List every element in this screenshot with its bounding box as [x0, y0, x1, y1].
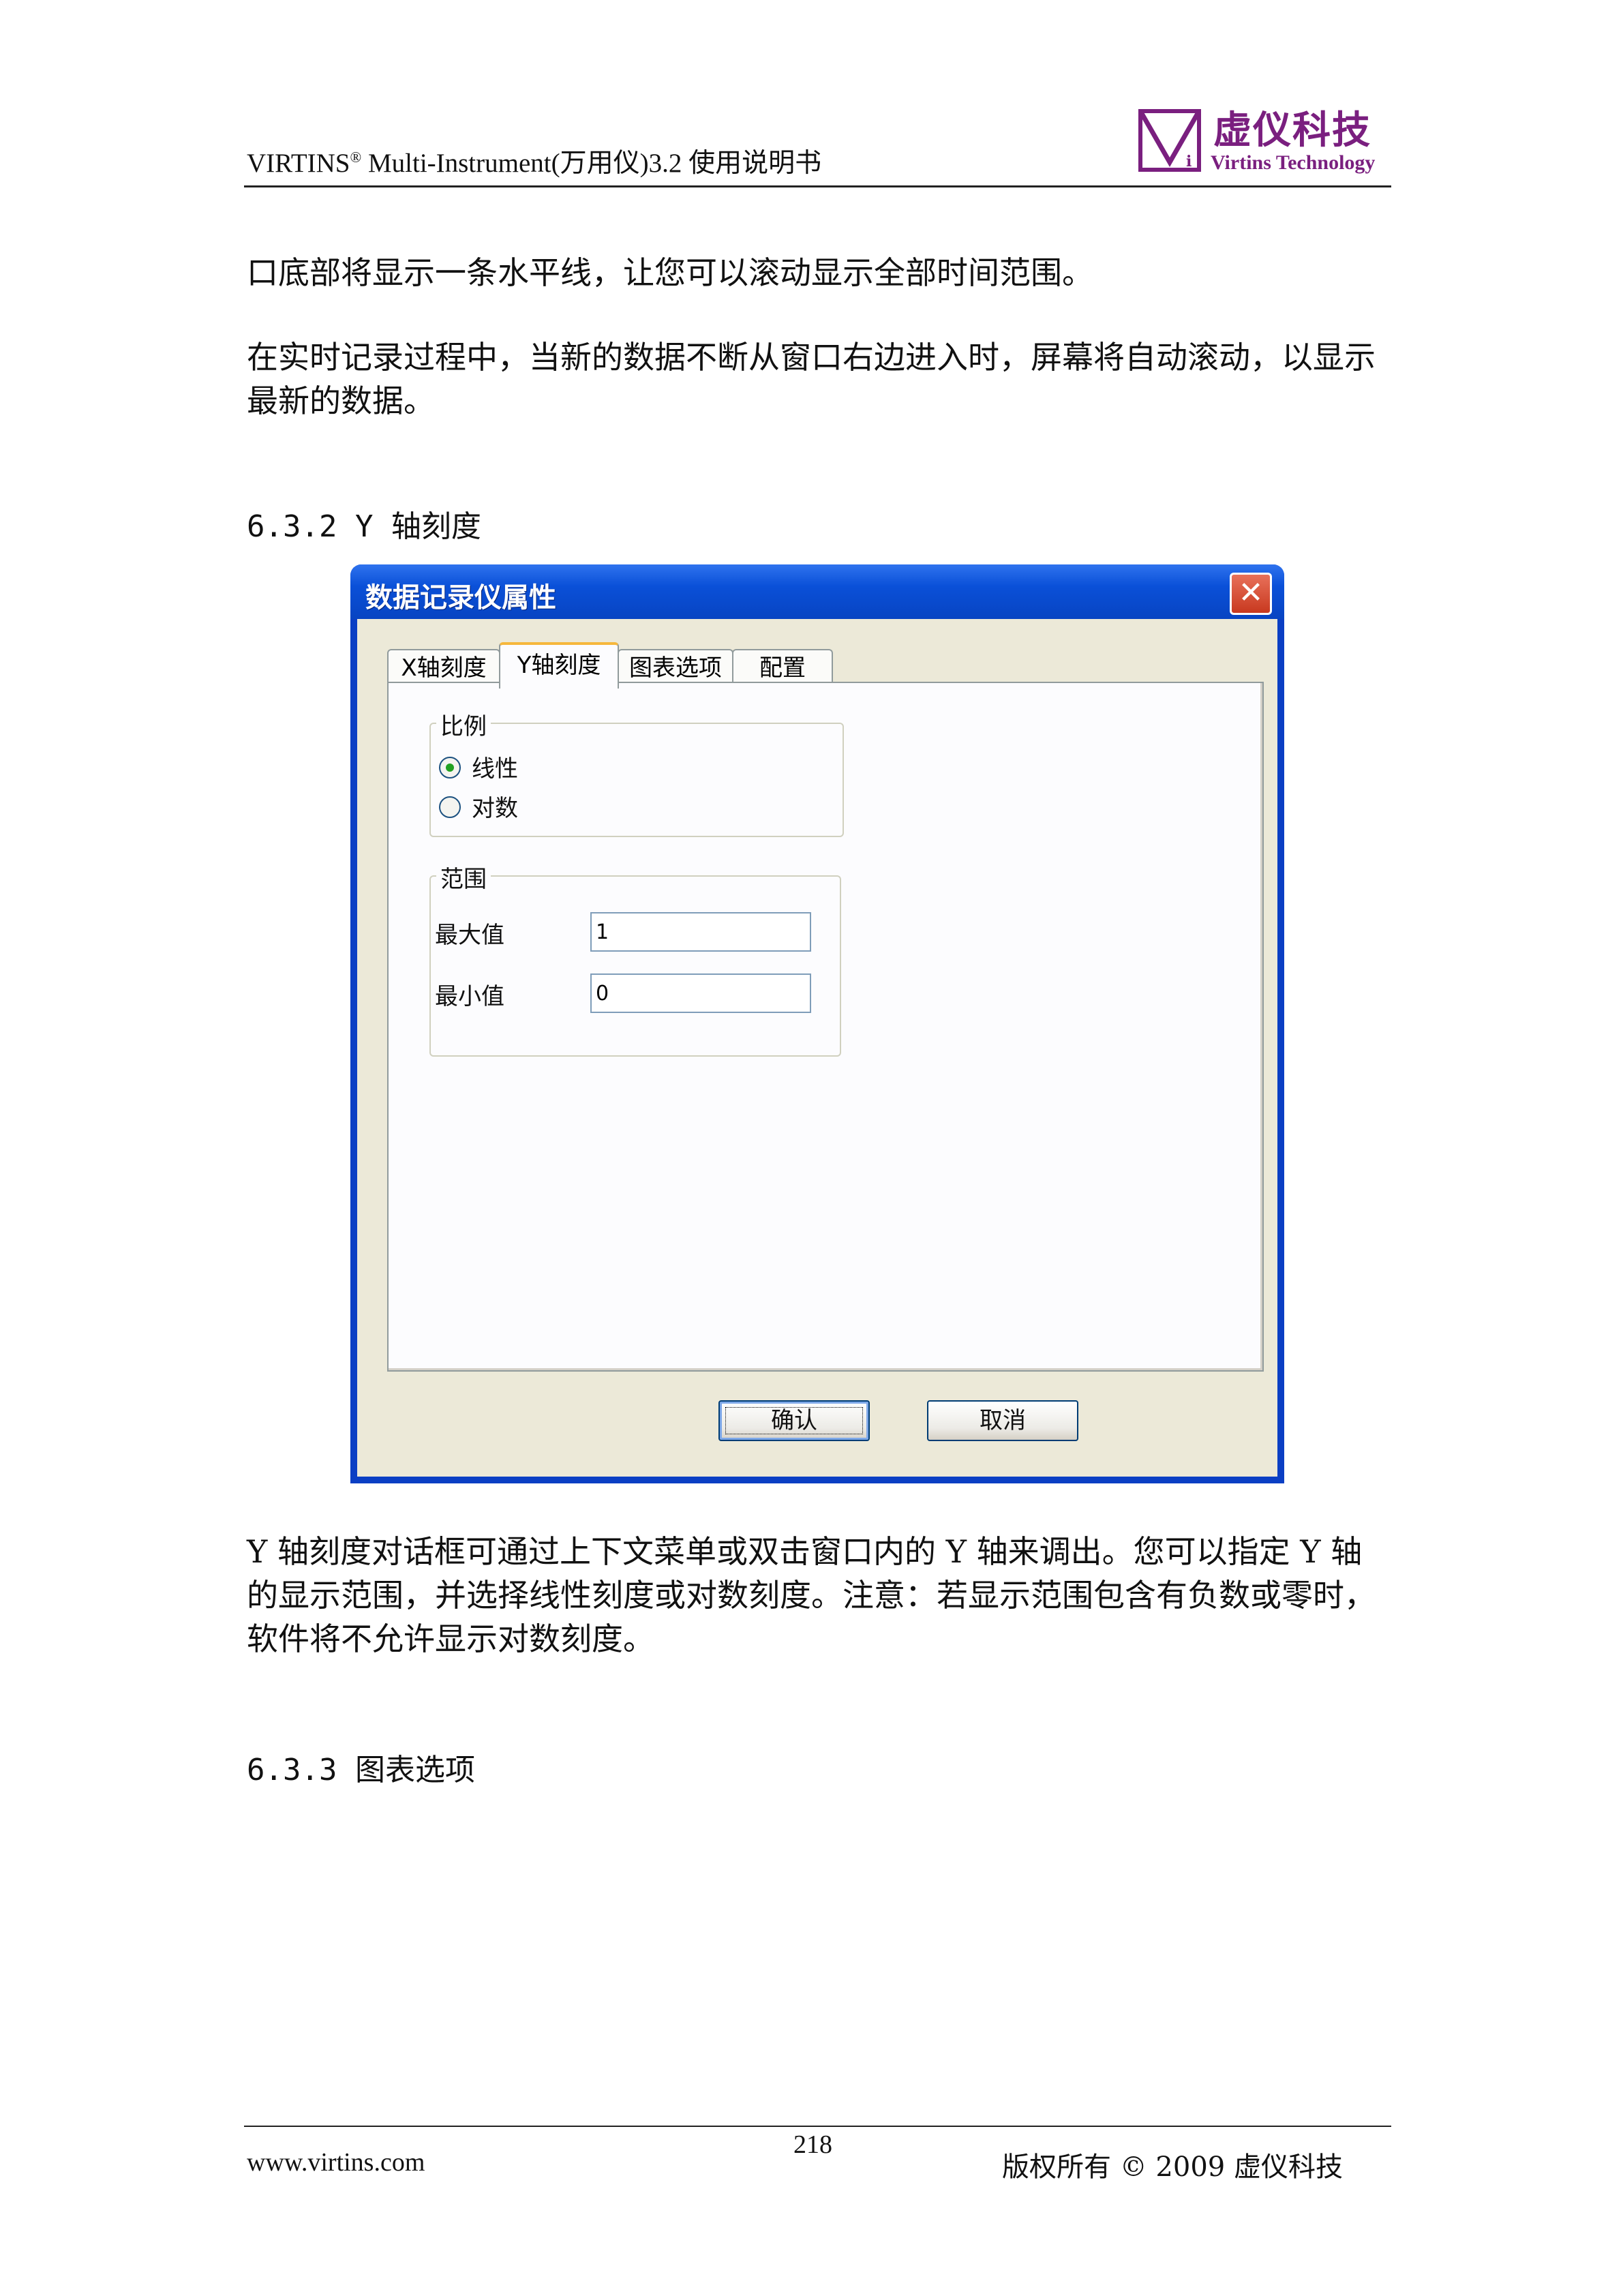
close-icon[interactable]: ✕ — [1230, 573, 1272, 615]
tab-x-axis[interactable]: X轴刻度 — [387, 649, 500, 686]
paragraph-realtime-scroll: 在实时记录过程中，当新的数据不断从窗口右边进入时，屏幕将自动滚动，以显示最新的数… — [247, 339, 1376, 419]
footer-rule — [244, 2126, 1391, 2127]
linear-radio[interactable] — [439, 757, 461, 779]
header-rule — [244, 185, 1391, 187]
max-value-label: 最大值 — [435, 922, 504, 949]
tab-y-axis[interactable]: Y轴刻度 — [499, 642, 619, 689]
paragraph-y-axis-description: Y 轴刻度对话框可通过上下文菜单或双击窗口内的 Y 轴来调出。您可以指定 Y 轴… — [247, 1533, 1376, 1657]
paragraph-scroll-note: 口底部将显示一条水平线，让您可以滚动显示全部时间范围。 — [247, 254, 1093, 291]
footer-url[interactable]: www.virtins.com — [247, 2147, 425, 2177]
scale-group-label: 比例 — [436, 708, 491, 741]
logo-chinese-name: 虚仪科技 — [1213, 108, 1371, 153]
section-heading-chart-options: 6.3.3 图表选项 — [247, 1753, 475, 1787]
section-heading-y-axis: 6.3.2 Y 轴刻度 — [247, 509, 481, 544]
datalogger-properties-dialog: 数据记录仪属性 ✕ X轴刻度 Y轴刻度 图表选项 配置 比例 线性 对数 范围 … — [350, 564, 1284, 1483]
svg-text:i: i — [1186, 153, 1192, 170]
ok-button[interactable]: 确认 — [718, 1400, 870, 1441]
dialog-title: 数据记录仪属性 — [365, 582, 556, 614]
virtins-logo-icon: i — [1138, 109, 1201, 172]
log-radio[interactable] — [439, 796, 461, 818]
dialog-body: X轴刻度 Y轴刻度 图表选项 配置 比例 线性 对数 范围 最大值 最小值 确认… — [357, 619, 1277, 1477]
range-groupbox — [429, 875, 841, 1057]
cancel-button[interactable]: 取消 — [927, 1400, 1078, 1441]
logo-english-name: Virtins Technology — [1211, 151, 1376, 174]
footer-copyright: 版权所有 © 2009 虚仪科技 — [1002, 2151, 1343, 2183]
min-value-label: 最小值 — [435, 983, 504, 1010]
page-number: 218 — [793, 2130, 832, 2159]
max-value-input[interactable] — [590, 912, 811, 952]
log-radio-label[interactable]: 对数 — [472, 789, 518, 823]
range-group-label: 范围 — [436, 860, 491, 894]
tab-chart-options[interactable]: 图表选项 — [618, 649, 733, 686]
linear-radio-label[interactable]: 线性 — [472, 750, 518, 783]
document-header-title: VIRTINS® Multi-Instrument(万用仪)3.2 使用说明书 — [247, 149, 822, 178]
tab-configuration[interactable]: 配置 — [732, 649, 833, 686]
y-axis-tab-panel: 比例 线性 对数 范围 最大值 最小值 — [387, 682, 1264, 1372]
min-value-input[interactable] — [590, 973, 811, 1013]
dialog-titlebar[interactable]: 数据记录仪属性 ✕ — [350, 564, 1284, 619]
radio-selected-dot — [446, 764, 454, 772]
